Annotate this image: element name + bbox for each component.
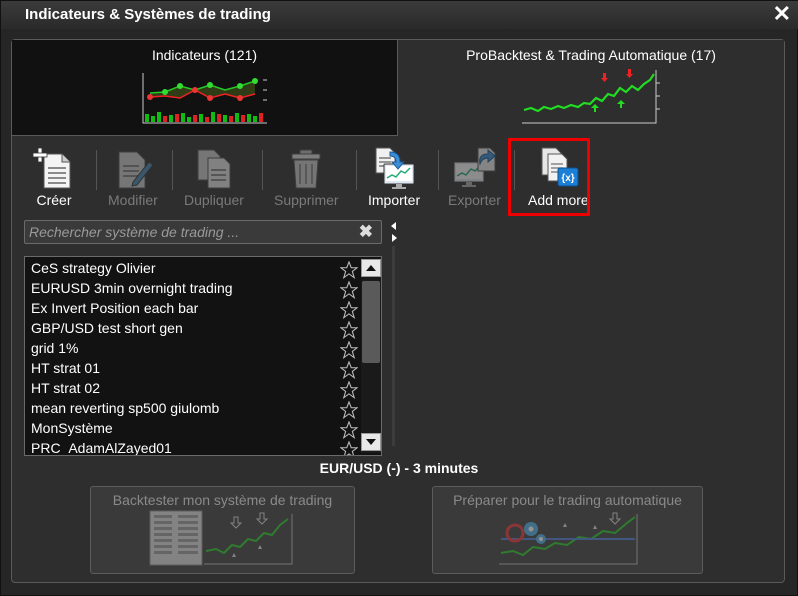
auto-trading-button[interactable]: Préparer pour le trading automatique xyxy=(432,486,703,574)
scroll-up-button[interactable] xyxy=(361,259,381,277)
star-icon[interactable] xyxy=(340,381,358,399)
duplicate-label: Dupliquer xyxy=(184,192,244,208)
toolbar-separator xyxy=(438,150,439,190)
list-item[interactable]: EURUSD 3min overnight trading xyxy=(31,280,341,300)
toolbar-separator xyxy=(172,150,173,190)
toolbar-separator xyxy=(356,150,357,190)
list-item[interactable]: grid 1% xyxy=(31,340,341,360)
close-icon[interactable]: ✕ xyxy=(773,3,791,25)
backtest-icon xyxy=(149,510,292,566)
export-label: Exporter xyxy=(448,192,501,208)
star-icon[interactable] xyxy=(340,361,358,379)
tab-probacktest[interactable]: ProBacktest & Trading Automatique (17) xyxy=(398,40,784,136)
splitter-bar xyxy=(392,246,395,446)
edit-document-icon xyxy=(118,151,154,189)
list-item[interactable]: GBP/USD test short gen xyxy=(31,320,341,340)
modify-button[interactable]: Modifier xyxy=(108,146,158,208)
star-icon[interactable] xyxy=(340,321,358,339)
panel-splitter[interactable] xyxy=(390,220,398,456)
list-scrollbar[interactable] xyxy=(361,259,381,453)
scroll-down-button[interactable] xyxy=(361,433,381,451)
import-button[interactable]: Importer xyxy=(368,146,420,208)
search-field[interactable]: Rechercher système de trading ... ✖ xyxy=(24,220,382,244)
collapse-arrows-icon xyxy=(391,222,397,242)
backtest-button[interactable]: Backtester mon système de trading xyxy=(90,486,355,574)
arrow-down-icon xyxy=(366,439,376,445)
duplicate-document-icon xyxy=(197,149,231,189)
duplicate-button[interactable]: Dupliquer xyxy=(184,146,244,208)
probacktest-chart-icon xyxy=(522,69,660,124)
add-more-highlight xyxy=(508,138,590,216)
star-icon[interactable] xyxy=(340,401,358,419)
auto-trading-label: Préparer pour le trading automatique xyxy=(453,492,682,508)
list-item[interactable]: mean reverting sp500 giulomb xyxy=(31,400,341,420)
tab-probacktest-label: ProBacktest & Trading Automatique (17) xyxy=(466,47,716,63)
dialog-window: Indicateurs & Systèmes de trading ✕ Indi… xyxy=(0,0,798,596)
window-title: Indicateurs & Systèmes de trading xyxy=(25,6,271,23)
clear-search-icon[interactable]: ✖ xyxy=(359,222,373,242)
trash-icon xyxy=(291,149,321,189)
list-item[interactable]: MonSystème xyxy=(31,420,341,440)
delete-button[interactable]: Supprimer xyxy=(274,146,339,208)
list-item[interactable]: CeS strategy Olivier xyxy=(31,260,341,280)
list-item[interactable]: PRC_AdamAlZayed01 xyxy=(31,440,341,455)
list-item[interactable]: HT strat 01 xyxy=(31,360,341,380)
toolbar-separator xyxy=(262,150,263,190)
auto-trading-icon xyxy=(498,512,637,565)
list-item[interactable]: Ex Invert Position each bar xyxy=(31,300,341,320)
main-panel: Indicateurs (121) ProBacktest & Trading … xyxy=(11,39,785,583)
title-bar: Indicateurs & Systèmes de trading ✕ xyxy=(1,1,798,29)
star-icon[interactable] xyxy=(340,441,358,456)
export-button[interactable]: Exporter xyxy=(448,146,501,208)
indicators-chart-icon xyxy=(142,73,267,124)
instrument-label: EUR/USD (-) - 3 minutes xyxy=(319,460,479,476)
star-icon[interactable] xyxy=(340,341,358,359)
star-icon[interactable] xyxy=(340,281,358,299)
list-item[interactable]: HT strat 02 xyxy=(31,380,341,400)
delete-label: Supprimer xyxy=(274,192,339,208)
import-icon xyxy=(375,147,415,189)
search-placeholder: Rechercher système de trading ... xyxy=(29,224,240,240)
modify-label: Modifier xyxy=(108,192,158,208)
star-icon[interactable] xyxy=(340,301,358,319)
toolbar-separator xyxy=(96,150,97,190)
arrow-up-icon xyxy=(366,265,376,271)
create-label: Créer xyxy=(36,192,72,208)
tab-indicators[interactable]: Indicateurs (121) xyxy=(12,40,398,136)
star-icon[interactable] xyxy=(340,421,358,439)
create-button[interactable]: Créer xyxy=(32,146,76,208)
backtest-label: Backtester mon système de trading xyxy=(112,492,333,508)
tab-indicators-label: Indicateurs (121) xyxy=(151,47,258,63)
systems-list: CeS strategy Olivier EURUSD 3min overnig… xyxy=(24,256,382,456)
new-document-icon xyxy=(32,147,71,189)
scroll-thumb[interactable] xyxy=(362,281,380,363)
star-icon[interactable] xyxy=(340,261,358,279)
export-icon xyxy=(453,147,497,187)
import-label: Importer xyxy=(368,192,421,208)
